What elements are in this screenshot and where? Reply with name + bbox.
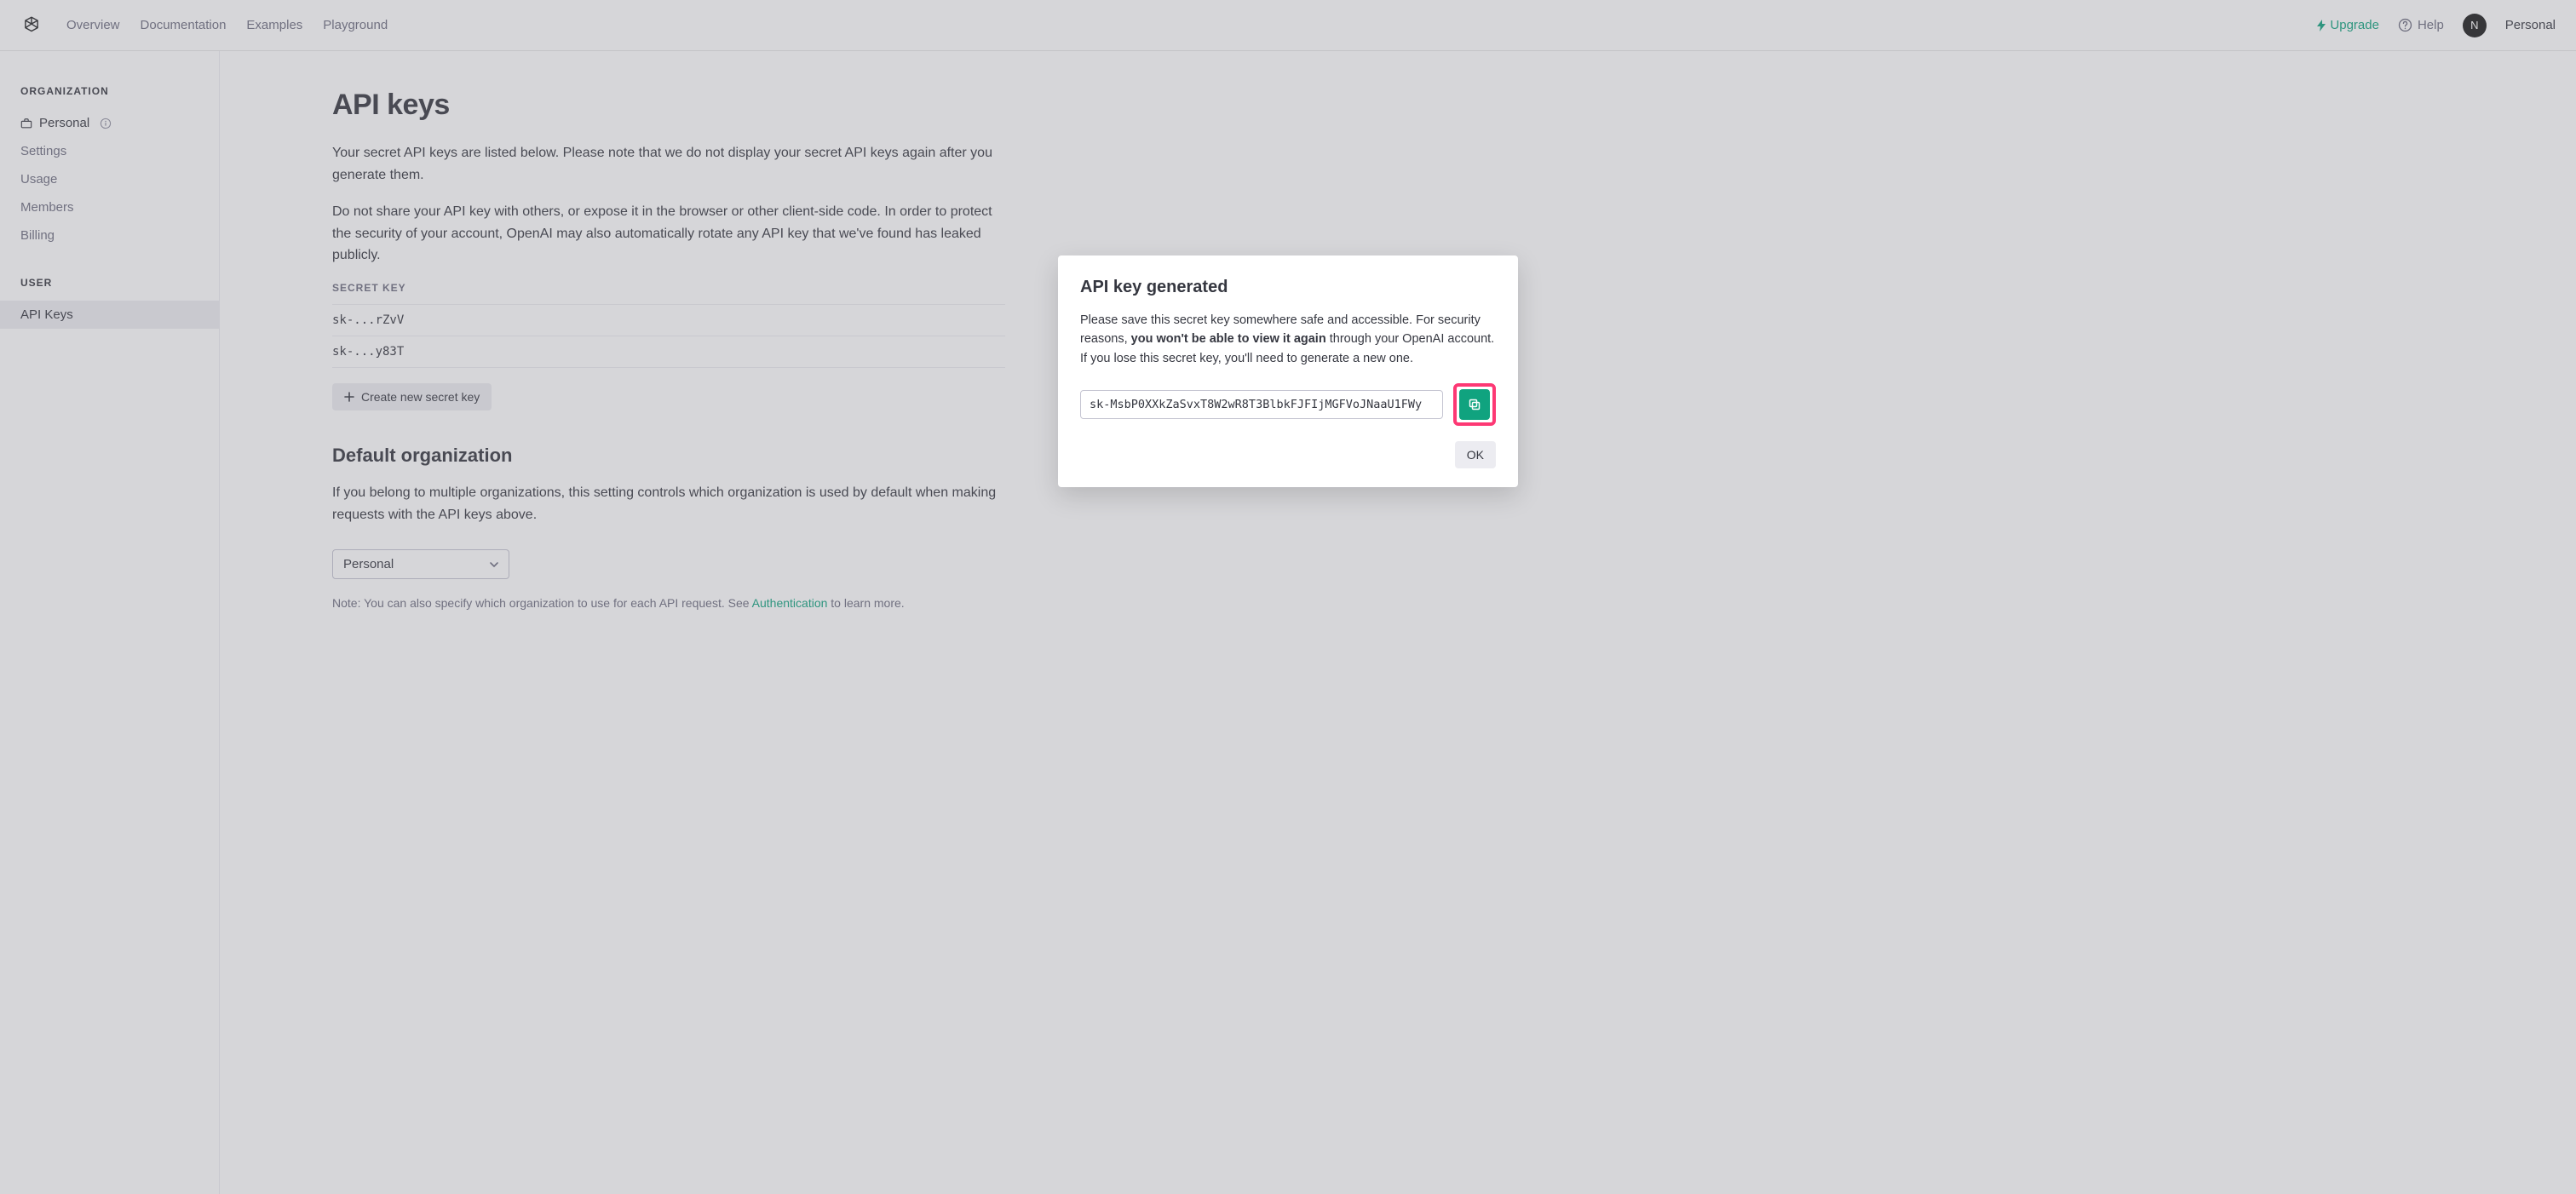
api-key-modal: API key generated Please save this secre… bbox=[1058, 255, 1518, 487]
modal-overlay[interactable]: API key generated Please save this secre… bbox=[0, 0, 2576, 1194]
modal-body-bold: you won't be able to view it again bbox=[1131, 332, 1326, 346]
modal-title: API key generated bbox=[1080, 278, 1496, 297]
modal-actions: OK bbox=[1080, 441, 1496, 468]
modal-body: Please save this secret key somewhere sa… bbox=[1080, 311, 1496, 368]
copy-key-button[interactable] bbox=[1459, 389, 1490, 420]
copy-icon bbox=[1468, 398, 1481, 411]
ok-button[interactable]: OK bbox=[1455, 441, 1496, 468]
key-field-row bbox=[1080, 383, 1496, 426]
generated-key-input[interactable] bbox=[1080, 390, 1443, 419]
copy-highlight bbox=[1453, 383, 1496, 426]
